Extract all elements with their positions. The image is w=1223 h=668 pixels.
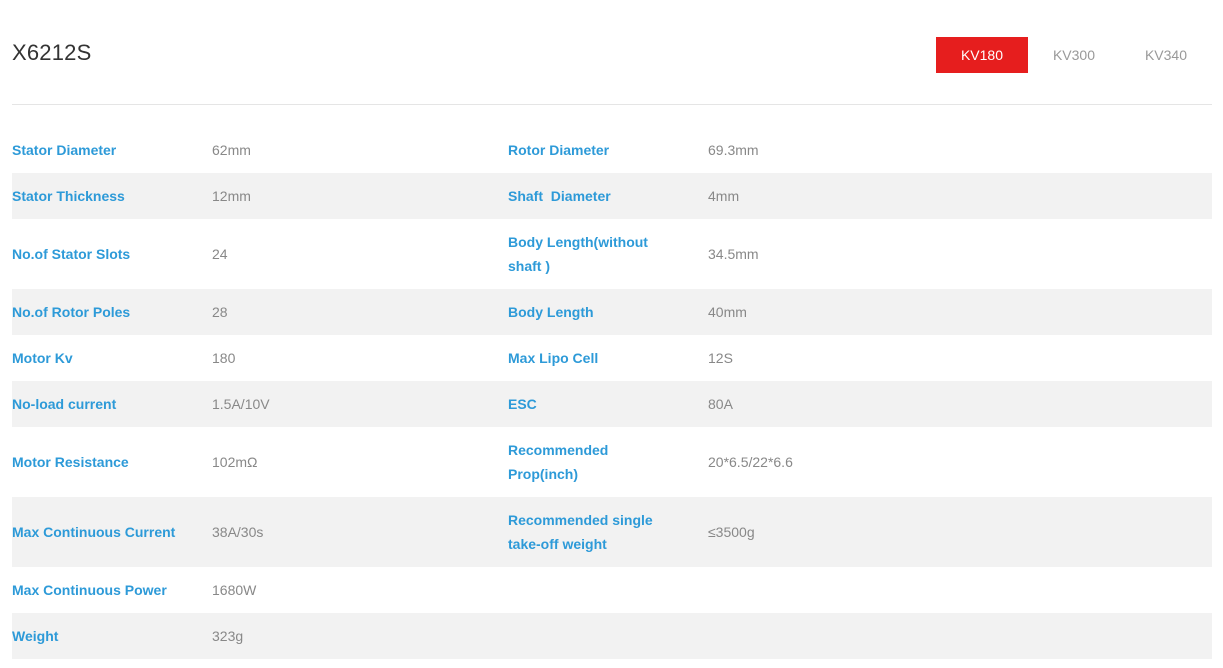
spec-label: Body Length <box>508 304 594 320</box>
spec-label: No.of Stator Slots <box>12 246 131 262</box>
spec-value: 24 <box>212 246 228 262</box>
spec-row: Motor Resistance 102mΩ Recommended Prop(… <box>12 427 1212 497</box>
spec-label: Stator Diameter <box>12 142 117 158</box>
spec-label: Body Length(without shaft ) <box>508 234 648 274</box>
spec-value: 323g <box>212 628 244 644</box>
spec-row: No-load current 1.5A/10V ESC 80A <box>12 381 1212 427</box>
spec-value: 12mm <box>212 188 251 204</box>
spec-row: Weight 323g <box>12 613 1212 659</box>
spec-label: No.of Rotor Poles <box>12 304 131 320</box>
spec-value: 1.5A/10V <box>212 396 270 412</box>
tab-kv340[interactable]: KV340 <box>1120 37 1212 73</box>
spec-label: Max Continuous Current <box>12 524 176 540</box>
spec-label: Max Continuous Power <box>12 582 167 598</box>
spec-label: Max Lipo Cell <box>508 350 599 366</box>
spec-label: Shaft Diameter <box>508 188 611 204</box>
spec-label: ESC <box>508 396 537 412</box>
spec-row: No.of Stator Slots 24 Body Length(withou… <box>12 219 1212 289</box>
tab-kv180[interactable]: KV180 <box>936 37 1028 73</box>
spec-table: Stator Diameter 62mm Rotor Diameter 69.3… <box>12 127 1212 659</box>
spec-value: 102mΩ <box>212 454 258 470</box>
spec-value: 180 <box>212 350 236 366</box>
spec-value: 20*6.5/22*6.6 <box>708 454 793 470</box>
spec-label: No-load current <box>12 396 117 412</box>
spec-value: 34.5mm <box>708 246 759 262</box>
spec-value: 28 <box>212 304 228 320</box>
spec-label: Recommended Prop(inch) <box>508 442 609 482</box>
spec-value: 4mm <box>708 188 740 204</box>
spec-value: 40mm <box>708 304 747 320</box>
spec-row: Stator Diameter 62mm Rotor Diameter 69.3… <box>12 127 1212 173</box>
spec-value: 38A/30s <box>212 524 264 540</box>
tab-kv300[interactable]: KV300 <box>1028 37 1120 73</box>
spec-label: Recommended single take-off weight <box>508 512 653 552</box>
spec-label: Motor Resistance <box>12 454 129 470</box>
spec-value: ≤3500g <box>708 524 755 540</box>
spec-label: Stator Thickness <box>12 188 125 204</box>
spec-row: Motor Kv 180 Max Lipo Cell 12S <box>12 335 1212 381</box>
spec-value: 1680W <box>212 582 257 598</box>
spec-label: Motor Kv <box>12 350 73 366</box>
spec-value: 12S <box>708 350 733 366</box>
spec-label: Weight <box>12 628 59 644</box>
spec-row: Max Continuous Power 1680W <box>12 567 1212 613</box>
spec-value: 62mm <box>212 142 251 158</box>
spec-row: Max Continuous Current 38A/30s Recommend… <box>12 497 1212 567</box>
product-title: X6212S <box>12 40 92 65</box>
spec-label: Rotor Diameter <box>508 142 610 158</box>
spec-row: No.of Rotor Poles 28 Body Length 40mm <box>12 289 1212 335</box>
kv-variant-tabs: KV180 KV300 KV340 <box>936 37 1212 73</box>
spec-value: 69.3mm <box>708 142 759 158</box>
spec-row: Stator Thickness 12mm Shaft Diameter 4mm <box>12 173 1212 219</box>
spec-value: 80A <box>708 396 733 412</box>
product-header: X6212S KV180 KV300 KV340 <box>12 0 1212 105</box>
